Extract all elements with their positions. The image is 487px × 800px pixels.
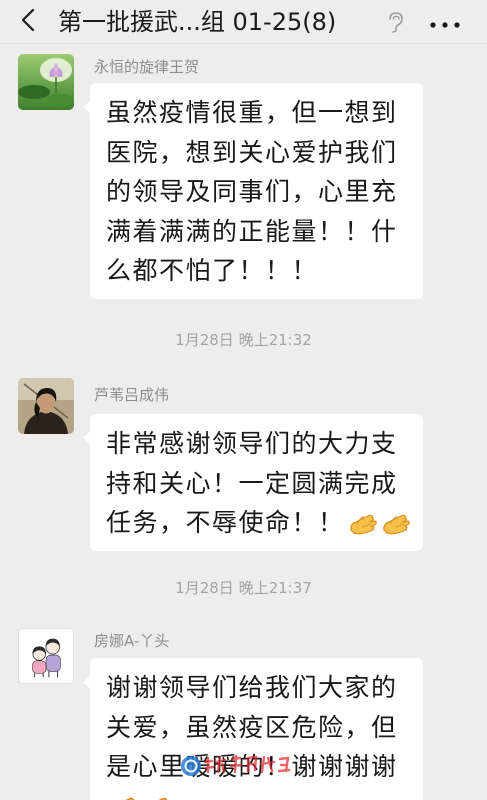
chat-screen: 第一批援武...组 01-25(8) 永恒的旋律王贺 虽然疫情很重，但一想到 医… <box>0 0 487 800</box>
message-bubble[interactable]: 虽然疫情很重，但一想到 医院，想到关心爱护我们 的领导及同事们，心里充 满着满满… <box>90 83 423 299</box>
message-line: 关爱，虽然疫区危险，但 <box>106 712 398 742</box>
message-line: 么都不怕了！！！ <box>106 256 319 285</box>
message-bubble[interactable]: 非常感谢领导们的大力支 持和关心！一定圆满完成 任务，不辱使命！！ <box>90 414 423 551</box>
message-line: 是心里暖暖的！谢谢谢谢 <box>106 752 398 781</box>
message-line: 的领导及同事们，心里充 <box>106 177 398 206</box>
message-line: 持和关心！一定圆满完成 <box>106 468 398 498</box>
timestamp: 1月28日 晚上21:32 <box>175 331 312 349</box>
chevron-left-icon <box>21 8 35 36</box>
earpiece-mode-icon <box>386 11 404 33</box>
sender-avatar[interactable] <box>18 378 74 434</box>
hands-emoji-icon <box>381 510 411 536</box>
message-bubble[interactable]: 谢谢领导们给我们大家的 关爱，虽然疫区危险，但 是心里暖暖的！谢谢谢谢 <box>90 658 423 800</box>
timestamp: 1月28日 晚上21:37 <box>175 579 312 597</box>
sender-avatar[interactable] <box>18 54 74 110</box>
message-line: 医院，想到关心爱护我们 <box>106 137 398 167</box>
sender-avatar[interactable] <box>18 628 74 684</box>
message-line-text: 任务，不辱使命！！ <box>106 508 345 537</box>
sender-name: 永恒的旋律王贺 <box>94 58 200 76</box>
emoji-icon <box>142 793 172 800</box>
message-line: 任务，不辱使命！！ <box>106 503 411 543</box>
chat-header: 第一批援武...组 01-25(8) <box>0 0 487 44</box>
more-button[interactable] <box>424 8 466 36</box>
message-line: 非常感谢领导们的大力支 <box>106 429 398 458</box>
back-button[interactable] <box>14 6 42 38</box>
chat-title: 第一批援武...组 01-25(8) <box>58 8 337 36</box>
message-line: 谢谢领导们给我们大家的 <box>106 673 398 702</box>
more-dots-icon <box>430 13 460 32</box>
hands-emoji-icon <box>348 510 378 536</box>
emoji-icon <box>109 793 139 800</box>
message-line: 虽然疫情很重，但一想到 <box>106 98 398 127</box>
message-list[interactable]: 永恒的旋律王贺 虽然疫情很重，但一想到 医院，想到关心爱护我们 的领导及同事们，… <box>0 0 487 800</box>
message-line <box>106 787 409 800</box>
message-line: 满着满满的正能量！！什 <box>106 216 398 246</box>
sender-name: 芦苇吕成伟 <box>94 386 170 404</box>
sender-name: 房娜A-丫头 <box>94 632 170 650</box>
